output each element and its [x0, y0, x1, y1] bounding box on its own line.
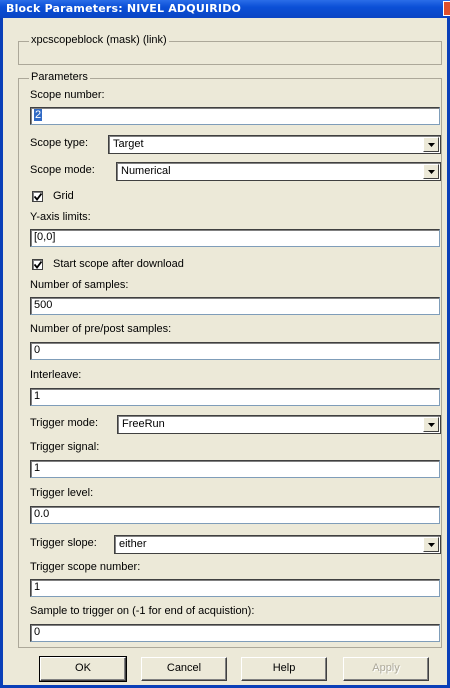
- trigger-mode-select[interactable]: FreeRun: [117, 415, 441, 434]
- scope-mode-label: Scope mode:: [30, 164, 95, 176]
- block-parameters-dialog: Block Parameters: NIVEL ADQUIRIDO xpcsco…: [0, 0, 450, 688]
- y-axis-limits-label: Y-axis limits:: [30, 211, 91, 223]
- trigger-scope-number-label: Trigger scope number:: [30, 561, 141, 573]
- trigger-signal-input[interactable]: 1: [30, 460, 440, 478]
- mask-label: xpcscopeblock (mask) (link): [29, 34, 169, 47]
- title-bar: Block Parameters: NIVEL ADQUIRIDO: [0, 0, 450, 18]
- num-pre-post-label: Number of pre/post samples:: [30, 323, 172, 335]
- parameters-label: Parameters: [29, 71, 90, 84]
- close-icon[interactable]: [443, 1, 450, 16]
- trigger-mode-label: Trigger mode:: [30, 417, 99, 429]
- chevron-down-icon[interactable]: [423, 137, 439, 152]
- scope-type-label: Scope type:: [30, 137, 89, 149]
- start-scope-label: Start scope after download: [53, 258, 184, 270]
- interleave-input[interactable]: 1: [30, 388, 440, 406]
- window-title: Block Parameters: NIVEL ADQUIRIDO: [6, 2, 242, 15]
- help-button[interactable]: Help: [241, 657, 327, 681]
- scope-mode-select[interactable]: Numerical: [116, 162, 441, 181]
- y-axis-limits-input[interactable]: [0,0]: [30, 229, 440, 247]
- interleave-label: Interleave:: [30, 369, 82, 381]
- trigger-slope-label: Trigger slope:: [30, 537, 97, 549]
- chevron-down-icon[interactable]: [423, 164, 439, 179]
- sample-to-trigger-label: Sample to trigger on (-1 for end of acqu…: [30, 605, 255, 617]
- ok-button[interactable]: OK: [39, 656, 127, 682]
- trigger-slope-select[interactable]: either: [114, 535, 441, 554]
- trigger-scope-number-input[interactable]: 1: [30, 579, 440, 597]
- scope-number-label: Scope number:: [30, 89, 105, 101]
- num-samples-label: Number of samples:: [30, 279, 129, 291]
- sample-to-trigger-input[interactable]: 0: [30, 624, 440, 642]
- scope-type-select[interactable]: Target: [108, 135, 441, 154]
- num-samples-input[interactable]: 500: [30, 297, 440, 315]
- num-pre-post-input[interactable]: 0: [30, 342, 440, 360]
- trigger-level-label: Trigger level:: [30, 487, 94, 499]
- grid-label: Grid: [53, 190, 74, 202]
- start-scope-checkbox[interactable]: [32, 259, 43, 270]
- apply-button[interactable]: Apply: [343, 657, 429, 681]
- cancel-button[interactable]: Cancel: [141, 657, 227, 681]
- chevron-down-icon[interactable]: [423, 417, 439, 432]
- scope-number-input[interactable]: 2: [30, 107, 440, 125]
- grid-checkbox[interactable]: [32, 191, 43, 202]
- chevron-down-icon[interactable]: [423, 537, 439, 552]
- trigger-signal-label: Trigger signal:: [30, 441, 100, 453]
- trigger-level-input[interactable]: 0.0: [30, 506, 440, 524]
